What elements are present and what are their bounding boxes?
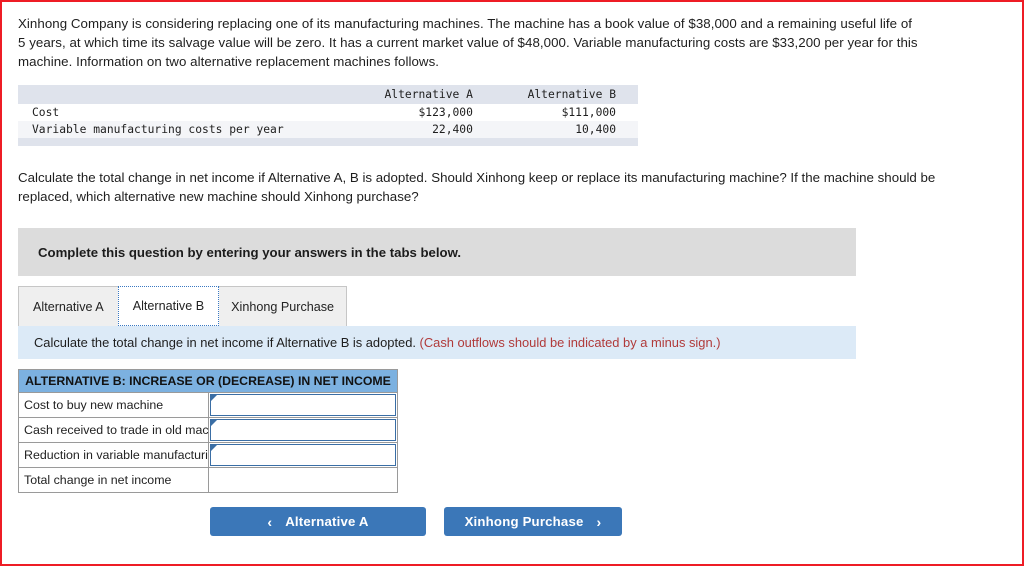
answer-table-body: Cost to buy new machine Cash received to…: [18, 392, 398, 493]
answer-cell-cash-received-trade-in[interactable]: [207, 417, 398, 443]
next-tab-button[interactable]: Xinhong Purchase ›: [444, 507, 622, 536]
tab-xinhong-purchase-label: Xinhong Purchase: [231, 299, 335, 314]
instruction-banner: Complete this question by entering your …: [18, 228, 856, 276]
tab-alternative-a-label: Alternative A: [33, 299, 104, 314]
answer-row-label: Cost to buy new machine: [18, 392, 209, 418]
table-row: Cash received to trade in old machine: [18, 417, 398, 443]
table-row: Cost $123,000 $111,000: [18, 104, 638, 121]
tab-alternative-b[interactable]: Alternative B: [117, 286, 220, 326]
table-row: Cost to buy new machine: [18, 392, 398, 418]
answer-cell-cost-to-buy-new-machine[interactable]: [207, 392, 398, 418]
tab-instruction-strip: Calculate the total change in net income…: [18, 326, 856, 359]
table-row: Variable manufacturing costs per year 22…: [18, 121, 638, 138]
given-data-table-wrapper: Alternative A Alternative B Cost $123,00…: [18, 85, 638, 146]
tab-navigation: ‹ Alternative A Xinhong Purchase ›: [18, 507, 1006, 536]
given-row-label: Variable manufacturing costs per year: [32, 123, 284, 136]
answer-row-label: Reduction in variable manufacturing cost…: [18, 442, 209, 468]
instruction-banner-text: Complete this question by entering your …: [38, 244, 462, 260]
answer-table-wrapper: ALTERNATIVE B: INCREASE OR (DECREASE) IN…: [18, 369, 1006, 493]
given-row-value-a: $123,000: [418, 106, 473, 119]
given-row-value-b: $111,000: [561, 106, 616, 119]
tab-instruction-text: Calculate the total change in net income…: [34, 335, 416, 350]
chevron-left-icon: ‹: [267, 513, 273, 530]
given-row-value-a: 22,400: [432, 123, 473, 136]
screenshot-frame: Xinhong Company is considering replacing…: [0, 0, 1024, 566]
given-row-label: Cost: [32, 106, 60, 119]
tab-alternative-a[interactable]: Alternative A: [18, 286, 119, 326]
chevron-right-icon: ›: [596, 513, 602, 530]
given-table-footer-bar: [18, 138, 638, 146]
answer-input-cash-received-trade-in[interactable]: [209, 419, 396, 441]
tab-alternative-b-label: Alternative B: [132, 299, 205, 313]
answer-input-cost-to-buy-new-machine[interactable]: [209, 394, 396, 416]
answer-row-label: Total change in net income: [18, 467, 209, 493]
answer-cell-reduction-variable-costs[interactable]: [207, 442, 398, 468]
given-table-head: Alternative A Alternative B: [18, 85, 638, 104]
question-prompt: Calculate the total change in net income…: [18, 170, 936, 204]
answer-input-reduction-variable-costs[interactable]: [209, 444, 396, 466]
answer-row-label: Cash received to trade in old machine: [18, 417, 209, 443]
tab-xinhong-purchase[interactable]: Xinhong Purchase: [218, 286, 348, 326]
given-col-blank: [18, 85, 352, 104]
tab-instruction-hint: (Cash outflows should be indicated by a …: [419, 335, 721, 350]
table-row: Total change in net income: [18, 467, 398, 493]
given-col-alternative-a: Alternative A: [384, 88, 473, 101]
answer-table-header-row: ALTERNATIVE B: INCREASE OR (DECREASE) IN…: [18, 369, 398, 393]
problem-statement: Xinhong Company is considering replacing…: [18, 16, 918, 69]
answer-table: ALTERNATIVE B: INCREASE OR (DECREASE) IN…: [18, 369, 398, 493]
worksheet-page: Xinhong Company is considering replacing…: [2, 2, 1022, 564]
answer-cell-total-change-net-income: [207, 467, 398, 493]
answer-table-head: ALTERNATIVE B: INCREASE OR (DECREASE) IN…: [18, 369, 398, 393]
previous-tab-button-label: Alternative A: [285, 514, 369, 529]
next-tab-button-label: Xinhong Purchase: [464, 514, 584, 529]
given-table-body: Cost $123,000 $111,000 Variable manufact…: [18, 104, 638, 138]
given-table-header-row: Alternative A Alternative B: [18, 85, 638, 104]
table-row: Reduction in variable manufacturing cost…: [18, 442, 398, 468]
previous-tab-button[interactable]: ‹ Alternative A: [210, 507, 426, 536]
answer-table-title: ALTERNATIVE B: INCREASE OR (DECREASE) IN…: [18, 369, 398, 393]
given-data-table: Alternative A Alternative B Cost $123,00…: [18, 85, 638, 138]
given-col-alternative-b: Alternative B: [527, 88, 616, 101]
given-row-value-b: 10,400: [575, 123, 616, 136]
tab-bar: Alternative A Alternative B Xinhong Purc…: [18, 286, 1006, 326]
